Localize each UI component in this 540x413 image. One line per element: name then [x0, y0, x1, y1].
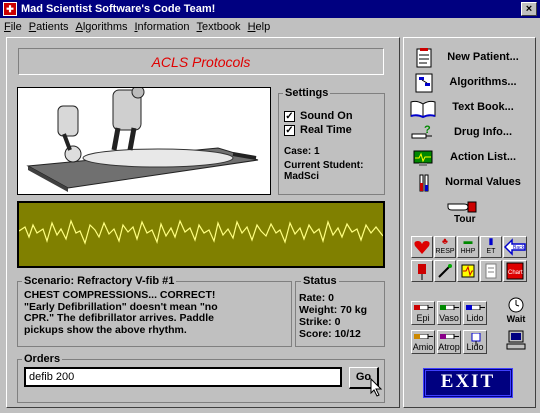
amio-button[interactable]: Amio	[411, 330, 435, 354]
clipboard-icon	[416, 48, 432, 68]
algorithm-chart-icon	[415, 73, 433, 93]
real-time-label: Real Time	[300, 124, 352, 136]
syringe-question-icon: ?	[411, 124, 432, 139]
monitor-icon: ▬	[463, 236, 473, 246]
resp-button[interactable]: ♣ RESP	[434, 236, 456, 258]
current-student-name: MadSci	[284, 171, 320, 182]
menu-patients[interactable]: Patients	[29, 21, 69, 33]
drug-info-button[interactable]: ? Drug Info...	[406, 122, 534, 144]
action-list-button[interactable]: Action List...	[406, 147, 534, 169]
vaso-button[interactable]: Vaso	[437, 301, 461, 325]
cpr-scene-image	[17, 87, 271, 195]
algorithms-button[interactable]: Algorithms...	[406, 72, 534, 94]
case-number: Case: 1	[284, 146, 320, 157]
monitor-list-icon	[413, 150, 433, 166]
menu-information[interactable]: Information	[134, 21, 189, 33]
chart-button[interactable]: Chart	[503, 260, 527, 282]
chart-book-icon: Chart	[506, 262, 524, 280]
new-patient-label: New Patient...	[447, 51, 519, 63]
needle-icon	[438, 264, 452, 278]
wait-button[interactable]: Wait	[503, 296, 529, 324]
lungs-icon: ♣	[442, 236, 448, 246]
title-bar: ✚ Mad Scientist Software's Code Team! ×	[0, 0, 540, 18]
computer-icon	[506, 330, 526, 350]
status-rate: Rate: 0	[299, 292, 335, 304]
atrop-button[interactable]: Atrop	[437, 330, 461, 354]
syringe-icon	[414, 334, 433, 339]
page-title: ACLS Protocols	[151, 54, 251, 70]
notes-button[interactable]	[480, 260, 502, 282]
pacer-icon	[461, 264, 475, 278]
iv-bag-icon	[418, 264, 426, 280]
et-button[interactable]: ▮ ET	[480, 236, 502, 258]
clock-icon	[508, 297, 524, 313]
menu-bar: File Patients Algorithms Information Tex…	[0, 18, 540, 36]
sound-on-checkbox[interactable]: ✓	[284, 111, 295, 122]
menu-help[interactable]: Help	[248, 21, 271, 33]
protocol-header: ACLS Protocols	[18, 48, 384, 75]
status-score: Score: 10/12	[299, 328, 361, 340]
syringe-icon	[414, 305, 433, 310]
menu-file[interactable]: File	[4, 21, 22, 33]
open-book-icon	[410, 100, 436, 118]
needle-button[interactable]	[434, 260, 456, 282]
text-book-label: Text Book...	[452, 101, 514, 113]
real-time-checkbox[interactable]: ✓	[284, 125, 295, 136]
hhp-button[interactable]: ▬ HHP	[457, 236, 479, 258]
action-list-label: Action List...	[450, 151, 516, 163]
orders-input[interactable]	[24, 367, 342, 387]
ecg-monitor	[17, 201, 385, 268]
syringe-icon	[440, 305, 459, 310]
back-arrow-icon: Back	[504, 238, 526, 256]
notes-icon	[485, 263, 497, 279]
current-student-label: Current Student:	[284, 160, 364, 171]
syringe-icon	[440, 334, 459, 339]
status-strike: Strike: 0	[299, 316, 341, 328]
status-label: Status	[301, 275, 339, 287]
scenario-group: CHEST COMPRESSIONS... CORRECT! "Early De…	[17, 281, 292, 347]
new-patient-button[interactable]: New Patient...	[406, 47, 534, 69]
app-icon: ✚	[3, 2, 17, 16]
iv-button[interactable]	[411, 260, 433, 282]
algorithms-label: Algorithms...	[449, 76, 517, 88]
epi-button[interactable]: Epi	[411, 301, 435, 325]
menu-algorithms[interactable]: Algorithms	[76, 21, 128, 33]
mouse-pointer-icon	[370, 378, 383, 397]
close-button[interactable]: ×	[521, 2, 537, 16]
drug-info-label: Drug Info...	[453, 126, 513, 138]
menu-textbook[interactable]: Textbook	[197, 21, 241, 33]
heart-icon	[414, 241, 430, 254]
scenario-text: CHEST COMPRESSIONS... CORRECT! "Early De…	[24, 289, 218, 336]
lido-drip-button[interactable]: Lido	[463, 330, 487, 354]
heart-button[interactable]	[411, 236, 433, 258]
normal-values-button[interactable]: Normal Values	[406, 172, 534, 194]
svg-text:Back: Back	[513, 245, 525, 251]
orders-label: Orders	[22, 353, 63, 365]
settings-label: Settings	[283, 87, 331, 99]
svg-text:?: ?	[424, 124, 431, 136]
svg-text:Chart: Chart	[508, 270, 523, 276]
normal-values-label: Normal Values	[445, 176, 521, 188]
computer-button[interactable]	[503, 328, 529, 354]
tube-icon: ▮	[488, 236, 494, 246]
scenario-label: Scenario: Refractory V-fib #1	[22, 275, 177, 287]
sound-on-label: Sound On	[300, 110, 353, 122]
tour-label: Tour	[454, 214, 476, 225]
pointing-hand-icon	[447, 201, 477, 213]
window-title: Mad Scientist Software's Code Team!	[21, 3, 216, 15]
text-book-button[interactable]: Text Book...	[406, 97, 534, 119]
test-tubes-icon	[419, 174, 429, 192]
pacer-button[interactable]	[457, 260, 479, 282]
tour-button[interactable]: Tour	[442, 198, 482, 226]
lido-button[interactable]: Lido	[463, 301, 487, 325]
exit-button[interactable]: EXIT	[423, 368, 513, 398]
back-button[interactable]: Back	[503, 236, 527, 258]
syringe-icon	[466, 305, 485, 310]
status-weight: Weight: 70 kg	[299, 304, 368, 316]
vfib-waveform	[18, 219, 384, 245]
